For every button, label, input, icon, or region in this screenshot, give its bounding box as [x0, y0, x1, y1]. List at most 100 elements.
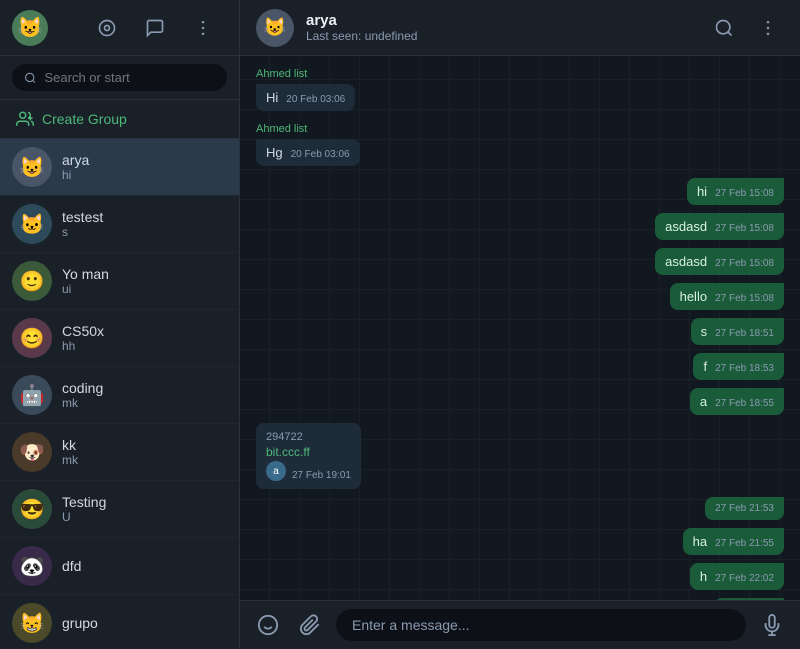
search-icon — [24, 71, 37, 85]
contact-list: 😺 arya hi 🐱 testest s 🙂 Yo man ui 😊 CS50… — [0, 139, 239, 649]
contact-item[interactable]: 😎 Testing U — [0, 481, 239, 538]
contact-avatar: 🐱 — [12, 204, 52, 244]
link-preview-time: 27 Feb 19:01 — [292, 470, 351, 481]
contact-item[interactable]: 🙂 Yo man ui — [0, 253, 239, 310]
contact-preview: hi — [62, 168, 227, 182]
contact-name: Yo man — [62, 266, 227, 282]
msg-sent-6: f 27 Feb 18:53 — [693, 353, 784, 380]
create-group-label: Create Group — [42, 111, 127, 127]
contact-info: grupo — [62, 615, 227, 631]
msg-text-2: Hg — [266, 145, 283, 160]
contact-preview: s — [62, 225, 227, 239]
mic-icon-btn[interactable] — [756, 609, 788, 641]
top-menu-icon-btn[interactable] — [187, 12, 219, 44]
msg-sent-row-4: hello 27 Feb 15:08 — [256, 283, 784, 310]
contact-name: arya — [62, 152, 227, 168]
contact-name: grupo — [62, 615, 227, 631]
status-icon-btn[interactable] — [91, 12, 123, 44]
contact-info: coding mk — [62, 380, 227, 410]
search-input[interactable] — [45, 70, 216, 85]
msg-sent-row-7: a 27 Feb 18:55 — [256, 388, 784, 415]
chat-header-name: arya — [306, 12, 696, 29]
contact-preview: mk — [62, 453, 227, 467]
mic-icon — [761, 614, 783, 636]
contact-name: coding — [62, 380, 227, 396]
contact-avatar: 🙂 — [12, 261, 52, 301]
chat-area: Ahmed list Hi 20 Feb 03:06 Ahmed list Hg… — [240, 56, 800, 649]
contact-avatar: 🐼 — [12, 546, 52, 586]
contact-item[interactable]: 🤖 coding mk — [0, 367, 239, 424]
main-area: Create Group 😺 arya hi 🐱 testest s 🙂 Yo … — [0, 56, 800, 649]
msg-link-preview-row: 294722 bit.ccc.ff a 27 Feb 19:01 — [256, 423, 784, 489]
contact-item[interactable]: 😺 arya hi — [0, 139, 239, 196]
top-bar: 😺 😺 arya Last seen: undefin — [0, 0, 800, 56]
contact-avatar: 😺 — [12, 147, 52, 187]
msg-sent-8: 27 Feb 21:53 — [705, 497, 784, 520]
contact-name: kk — [62, 437, 227, 453]
msg-sent-row-3: asdasd 27 Feb 15:08 — [256, 248, 784, 275]
contact-preview: U — [62, 510, 227, 524]
contact-info: CS50x hh — [62, 323, 227, 353]
chat-input-area — [240, 600, 800, 649]
contact-info: dfd — [62, 558, 227, 574]
contact-item[interactable]: 🐱 testest s — [0, 196, 239, 253]
msg-sent-row-2: asdasd 27 Feb 15:08 — [256, 213, 784, 240]
chat-header-info: arya Last seen: undefined — [306, 12, 696, 43]
top-bar-left: 😺 — [0, 0, 240, 55]
top-bar-right: 😺 arya Last seen: undefined — [240, 0, 800, 55]
top-bar-action-icons — [91, 12, 227, 44]
msg-sent-row-5: s 27 Feb 18:51 — [256, 318, 784, 345]
contact-info: arya hi — [62, 152, 227, 182]
chat-search-icon-btn[interactable] — [708, 12, 740, 44]
emoji-icon-btn[interactable] — [252, 609, 284, 641]
contact-item[interactable]: 🐼 dfd — [0, 538, 239, 595]
create-group-icon — [16, 110, 34, 128]
received-group-1: Ahmed list Hi 20 Feb 03:06 — [256, 68, 784, 111]
msg-time-2: 20 Feb 03:06 — [291, 149, 350, 160]
attachment-icon-btn[interactable] — [294, 609, 326, 641]
msg-text: Hi — [266, 90, 278, 105]
new-chat-icon-btn[interactable] — [139, 12, 171, 44]
contact-avatar: 🐶 — [12, 432, 52, 472]
msg-sent-10: h 27 Feb 22:02 — [690, 563, 784, 590]
create-group-button[interactable]: Create Group — [0, 100, 239, 139]
msg-sent-1: hi 27 Feb 15:08 — [687, 178, 784, 205]
msg-bubble-received-2: Hg 20 Feb 03:06 — [256, 139, 360, 166]
link-preview-bottom: a 27 Feb 19:01 — [266, 461, 351, 481]
link-preview: 294722 bit.ccc.ff a 27 Feb 19:01 — [256, 423, 361, 489]
msg-sent-row-1: hi 27 Feb 15:08 — [256, 178, 784, 205]
contact-avatar: 😎 — [12, 489, 52, 529]
contact-item[interactable]: 😸 grupo — [0, 595, 239, 649]
contact-item[interactable]: 😊 CS50x hh — [0, 310, 239, 367]
contact-info: Yo man ui — [62, 266, 227, 296]
contact-preview: hh — [62, 339, 227, 353]
chat-menu-icon-btn[interactable] — [752, 12, 784, 44]
sidebar: Create Group 😺 arya hi 🐱 testest s 🙂 Yo … — [0, 56, 240, 649]
contact-info: Testing U — [62, 494, 227, 524]
contact-info: kk mk — [62, 437, 227, 467]
chat-header-avatar: 😺 — [256, 9, 294, 47]
msg-sent-row-6: f 27 Feb 18:53 — [256, 353, 784, 380]
user-avatar[interactable]: 😺 — [12, 10, 48, 46]
chat-header-status: Last seen: undefined — [306, 29, 696, 43]
message-input[interactable] — [336, 609, 746, 641]
msg-sent-5: s 27 Feb 18:51 — [691, 318, 784, 345]
received-group-2: Ahmed list Hg 20 Feb 03:06 — [256, 123, 784, 166]
msg-sent-row-8: 27 Feb 21:53 — [256, 497, 784, 520]
chat-header-icons — [708, 12, 784, 44]
chat-messages: Ahmed list Hi 20 Feb 03:06 Ahmed list Hg… — [240, 56, 800, 600]
attachment-icon — [299, 614, 321, 636]
contact-info: testest s — [62, 209, 227, 239]
contact-preview: mk — [62, 396, 227, 410]
msg-sent-2: asdasd 27 Feb 15:08 — [655, 213, 784, 240]
contact-item[interactable]: 🐶 kk mk — [0, 424, 239, 481]
received-label-2: Ahmed list — [256, 123, 307, 135]
link-preview-title: 294722 — [266, 431, 351, 443]
search-input-wrap[interactable] — [12, 64, 227, 91]
contact-name: dfd — [62, 558, 227, 574]
msg-sent-7: a 27 Feb 18:55 — [690, 388, 784, 415]
msg-time: 20 Feb 03:06 — [286, 94, 345, 105]
msg-sent-row-9: ha 27 Feb 21:55 — [256, 528, 784, 555]
contact-name: Testing — [62, 494, 227, 510]
contact-name: CS50x — [62, 323, 227, 339]
